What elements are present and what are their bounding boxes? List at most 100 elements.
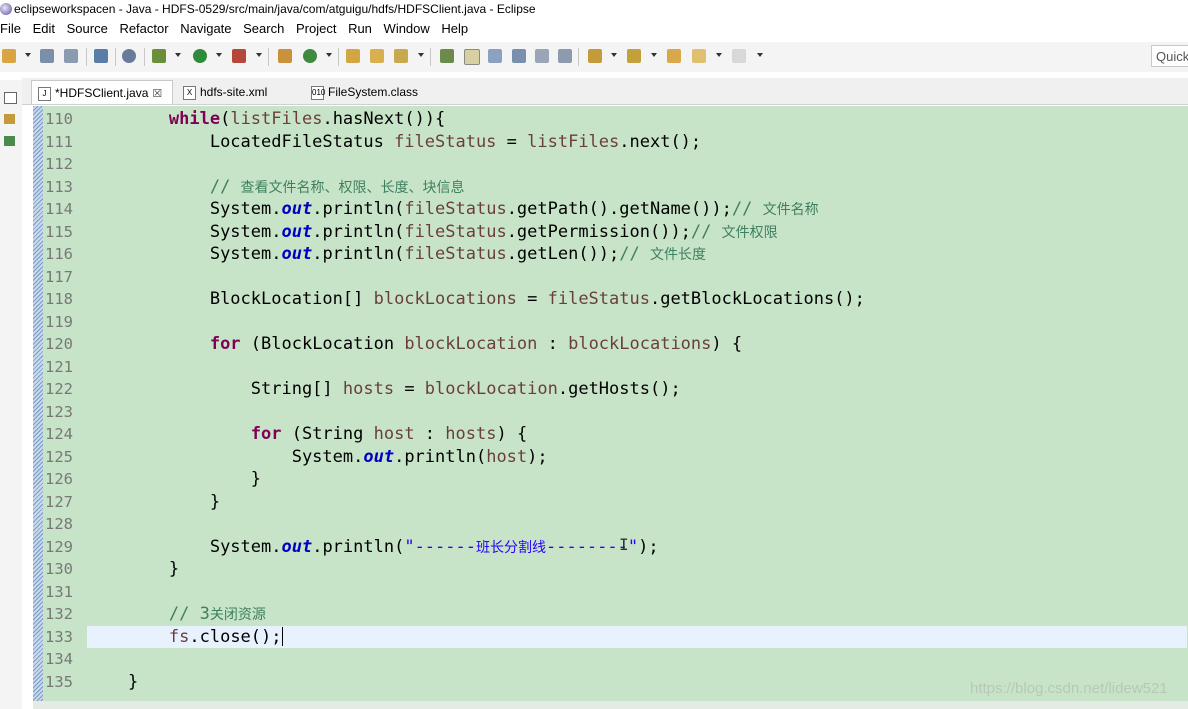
menu-navigate[interactable]: Navigate [180,19,237,39]
toggle-word-wrap-icon[interactable] [464,49,480,65]
code-line[interactable]: while(listFiles.hasNext()){ [87,108,1187,131]
code-line[interactable]: } [87,558,1187,581]
tab-filesystem-class[interactable]: 010 FileSystem.class [305,80,445,104]
code-token: ); [638,536,659,557]
tab-hdfs-site-xml[interactable]: Xhdfs-site.xml [177,80,297,104]
comment: 文件长度 [650,247,706,263]
code-line[interactable]: System.out.println("------班长分割线--------"… [87,536,1187,559]
menu-search[interactable]: Search [243,19,290,39]
code-line[interactable]: LocatedFileStatus fileStatus = listFiles… [87,131,1187,154]
line-number: 110 [45,110,73,128]
menu-project[interactable]: Project [296,19,342,39]
external-tools-icon[interactable] [232,49,246,63]
next-annotation-icon[interactable] [588,49,602,63]
chevron-down-icon[interactable] [611,53,617,57]
paragraph-icon[interactable] [558,49,572,63]
package-explorer-icon[interactable] [4,114,15,124]
chevron-down-icon[interactable] [25,53,31,57]
chevron-down-icon[interactable] [216,53,222,57]
code-token: System. [209,536,282,557]
show-whitespace-icon[interactable] [512,49,526,63]
code-line[interactable]: for (String host : hosts) { [87,423,1187,446]
code-line[interactable]: System.out.println(fileStatus.getLen());… [87,243,1187,266]
chevron-down-icon[interactable] [256,53,262,57]
chevron-down-icon[interactable] [757,53,763,57]
menu-edit[interactable]: Edit [33,19,61,39]
previous-annotation-icon[interactable] [627,49,641,63]
chevron-down-icon[interactable] [651,53,657,57]
code-line[interactable]: System.out.println(host); [87,446,1187,469]
watermark: https://blog.csdn.net/lidew521 [970,680,1168,697]
code-line[interactable]: // 3关闭资源 [87,603,1187,626]
static-field: out [281,536,313,557]
code-line[interactable] [87,153,1187,176]
close-icon[interactable]: ☒ [152,82,164,106]
code-line[interactable] [87,581,1187,604]
variable: blockLocation [404,334,538,354]
junit-icon[interactable] [4,136,15,146]
chevron-down-icon[interactable] [418,53,424,57]
show-source-icon[interactable] [535,49,549,63]
code-line[interactable]: String[] hosts = blockLocation.getHosts(… [87,378,1187,401]
skip-breakpoints-icon[interactable] [122,49,136,63]
menu-run[interactable]: Run [348,19,378,39]
run-icon[interactable] [193,49,207,63]
toolbar-divider [430,48,431,66]
code-line[interactable] [87,401,1187,424]
code-token: } [127,671,139,692]
chevron-down-icon[interactable] [175,53,181,57]
code-line[interactable] [87,356,1187,379]
code-line[interactable]: } [87,468,1187,491]
code-token: ) { [711,334,743,354]
code-token: .hasNext()){ [322,109,446,129]
code-token: (BlockLocation [240,334,405,354]
chevron-down-icon[interactable] [326,53,332,57]
open-task-icon[interactable] [370,49,384,63]
code-line[interactable]: System.out.println(fileStatus.getPath().… [87,198,1187,221]
line-number: 129 [45,537,73,556]
debug-icon[interactable] [152,49,166,63]
code-line[interactable] [87,513,1187,536]
current-code-line[interactable]: fs.close(); [87,625,1187,648]
line-number: 124 [45,425,73,443]
new-java-package-icon[interactable] [278,49,292,63]
save-all-icon[interactable] [64,49,78,63]
last-edit-location-icon[interactable] [667,49,681,63]
code-text[interactable]: while(listFiles.hasNext()){ LocatedFileS… [87,108,1187,693]
code-line[interactable]: } [87,491,1187,514]
code-token: .println( [312,244,405,264]
toggle-block-selection-icon[interactable] [488,49,502,63]
open-type-icon[interactable] [346,49,360,63]
code-line[interactable] [87,311,1187,334]
save-icon[interactable] [40,49,54,63]
code-line[interactable]: // 查看文件名称、权限、长度、块信息 [87,176,1187,199]
menu-source[interactable]: Source [67,19,114,39]
code-token: } [250,469,262,489]
code-line[interactable]: for (BlockLocation blockLocation : block… [87,333,1187,356]
menu-help[interactable]: Help [441,19,474,39]
quick-access-input[interactable]: Quick [1151,45,1188,67]
chevron-down-icon[interactable] [716,53,722,57]
code-line[interactable]: BlockLocation[] blockLocations = fileSta… [87,288,1187,311]
code-line[interactable] [87,648,1187,671]
java-file-icon: J [38,86,51,101]
terminal-icon[interactable] [94,49,108,63]
code-line[interactable]: System.out.println(fileStatus.getPermiss… [87,221,1187,244]
restore-icon[interactable] [4,92,17,104]
menu-refactor[interactable]: Refactor [119,19,174,39]
line-number: 133 [45,627,73,646]
new-java-class-icon[interactable] [303,49,317,63]
toggle-mark-occurrences-icon[interactable] [440,49,454,63]
line-number: 114 [45,200,73,218]
new-wizard-icon[interactable] [2,49,16,63]
search-icon[interactable] [394,49,408,63]
code-token: .next(); [619,131,702,152]
code-token: BlockLocation[] [209,289,374,309]
tab-hdfsclient-java[interactable]: J *HDFSClient.java ☒ [31,80,173,104]
menu-file[interactable]: File [0,19,27,39]
forward-arrow-icon[interactable] [732,49,746,63]
code-token: .getPath().getName()); [506,199,732,219]
code-line[interactable] [87,266,1187,289]
back-arrow-icon[interactable] [692,49,706,63]
menu-window[interactable]: Window [384,19,436,39]
